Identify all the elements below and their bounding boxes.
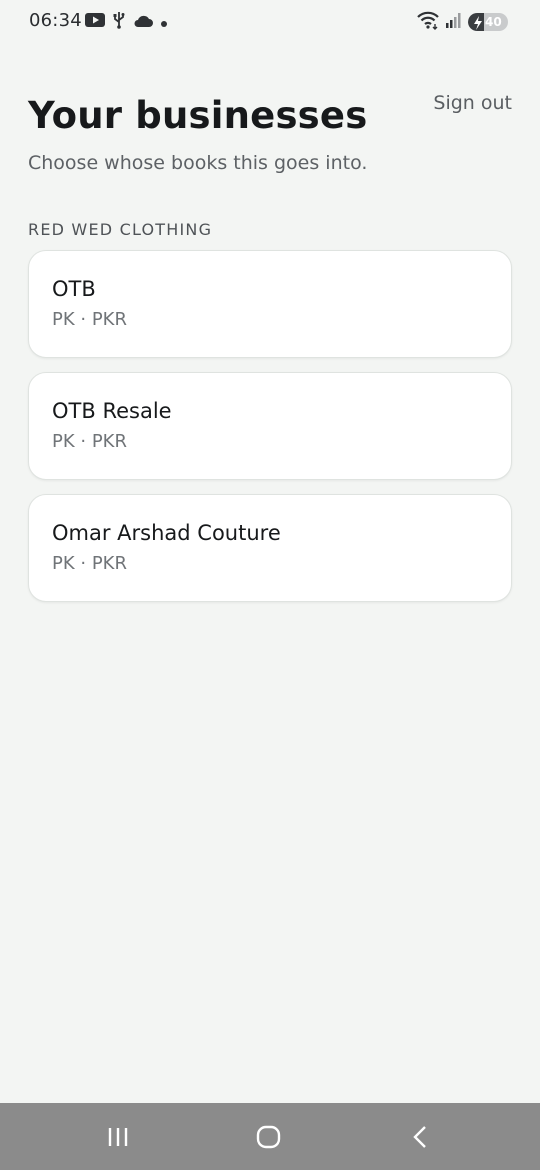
status-icons-right: 40: [416, 11, 508, 33]
battery-icon: 40: [468, 13, 508, 31]
youtube-icon: [85, 12, 105, 32]
business-name: OTB Resale: [52, 399, 172, 423]
cloud-icon: [133, 13, 153, 32]
status-bar: 06:34 40: [0, 0, 540, 44]
business-meta: PK · PKR: [52, 431, 127, 452]
business-meta: PK · PKR: [52, 309, 127, 330]
navigation-bar: [0, 1103, 540, 1170]
charging-bolt-icon: [473, 15, 483, 31]
business-meta: PK · PKR: [52, 553, 127, 574]
business-list: OTB PK · PKR OTB Resale PK · PKR Omar Ar…: [28, 250, 512, 616]
status-time: 06:34: [29, 10, 82, 31]
business-name: OTB: [52, 277, 96, 301]
sign-out-button[interactable]: Sign out: [433, 92, 512, 114]
back-icon[interactable]: [406, 1123, 434, 1155]
battery-level: 40: [485, 15, 502, 29]
group-label: RED WED CLOTHING: [28, 220, 213, 239]
usb-icon: [112, 11, 126, 33]
dot-icon: [160, 13, 168, 32]
business-card-otb[interactable]: OTB PK · PKR: [28, 250, 512, 358]
business-name: Omar Arshad Couture: [52, 521, 281, 545]
page-title: Your businesses: [28, 94, 368, 137]
business-card-otb-resale[interactable]: OTB Resale PK · PKR: [28, 372, 512, 480]
home-icon[interactable]: [254, 1123, 284, 1155]
business-card-omar-arshad-couture[interactable]: Omar Arshad Couture PK · PKR: [28, 494, 512, 602]
signal-icon: [445, 11, 463, 33]
recent-apps-icon[interactable]: [104, 1123, 132, 1155]
status-icons-left: [85, 12, 168, 32]
wifi-icon: [416, 10, 440, 34]
page-subtitle: Choose whose books this goes into.: [28, 152, 368, 174]
